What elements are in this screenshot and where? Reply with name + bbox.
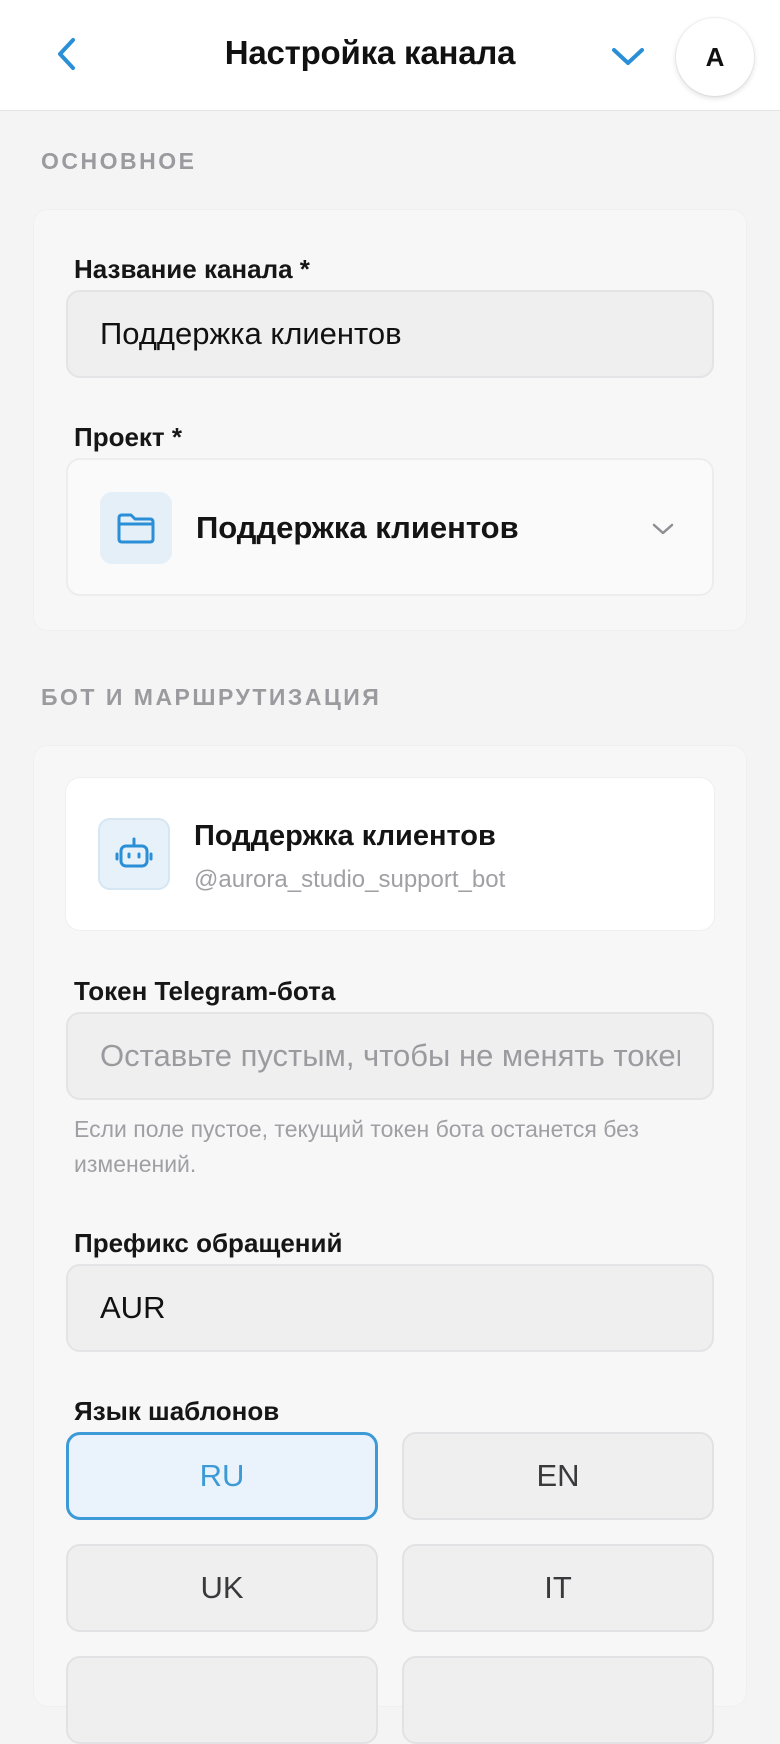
template-language-label: Язык шаблонов xyxy=(74,1396,280,1426)
channel-name-label: Название канала * xyxy=(74,254,310,284)
project-select[interactable]: Поддержка клиентов xyxy=(66,458,714,596)
language-option-it[interactable]: IT xyxy=(402,1544,714,1632)
bot-token-input[interactable] xyxy=(66,1012,714,1100)
expand-button[interactable] xyxy=(606,34,650,78)
chevron-down-icon xyxy=(652,523,674,535)
section-label-bot-routing: БОТ И МАРШРУТИЗАЦИЯ xyxy=(41,684,382,710)
language-option-uk[interactable]: UK xyxy=(66,1544,378,1632)
channel-name-input[interactable] xyxy=(66,290,714,378)
project-icon-tile xyxy=(100,492,172,564)
bot-icon-tile xyxy=(98,818,170,890)
language-option-more-1[interactable] xyxy=(66,1656,378,1744)
bot-token-hint: Если поле пустое, текущий токен бота ост… xyxy=(74,1116,639,1177)
chevron-down-icon xyxy=(612,48,644,65)
ticket-prefix-input[interactable] xyxy=(66,1264,714,1352)
language-option-ru[interactable]: RU xyxy=(66,1432,378,1520)
bot-handle: @aurora_studio_support_bot xyxy=(194,866,506,893)
folder-icon xyxy=(117,513,155,544)
language-option-en[interactable]: EN xyxy=(402,1432,714,1520)
language-option-more-2[interactable] xyxy=(402,1656,714,1744)
bot-info-card: Поддержка клиентов @aurora_studio_suppor… xyxy=(66,778,714,930)
top-app-bar: Настройка канала A xyxy=(0,0,780,111)
select-chevron xyxy=(648,514,678,544)
avatar[interactable]: A xyxy=(676,18,754,96)
section-label-general: ОСНОВНОЕ xyxy=(41,148,197,174)
back-button[interactable] xyxy=(44,32,88,76)
chevron-left-icon xyxy=(58,38,75,70)
bot-name: Поддержка клиентов xyxy=(194,820,496,852)
project-select-value: Поддержка клиентов xyxy=(196,510,519,545)
ticket-prefix-label: Префикс обращений xyxy=(74,1228,343,1258)
bot-token-label: Токен Telegram-бота xyxy=(74,976,336,1006)
page-title: Настройка канала xyxy=(224,34,516,71)
bot-icon xyxy=(115,837,153,868)
project-label: Проект * xyxy=(74,422,182,452)
